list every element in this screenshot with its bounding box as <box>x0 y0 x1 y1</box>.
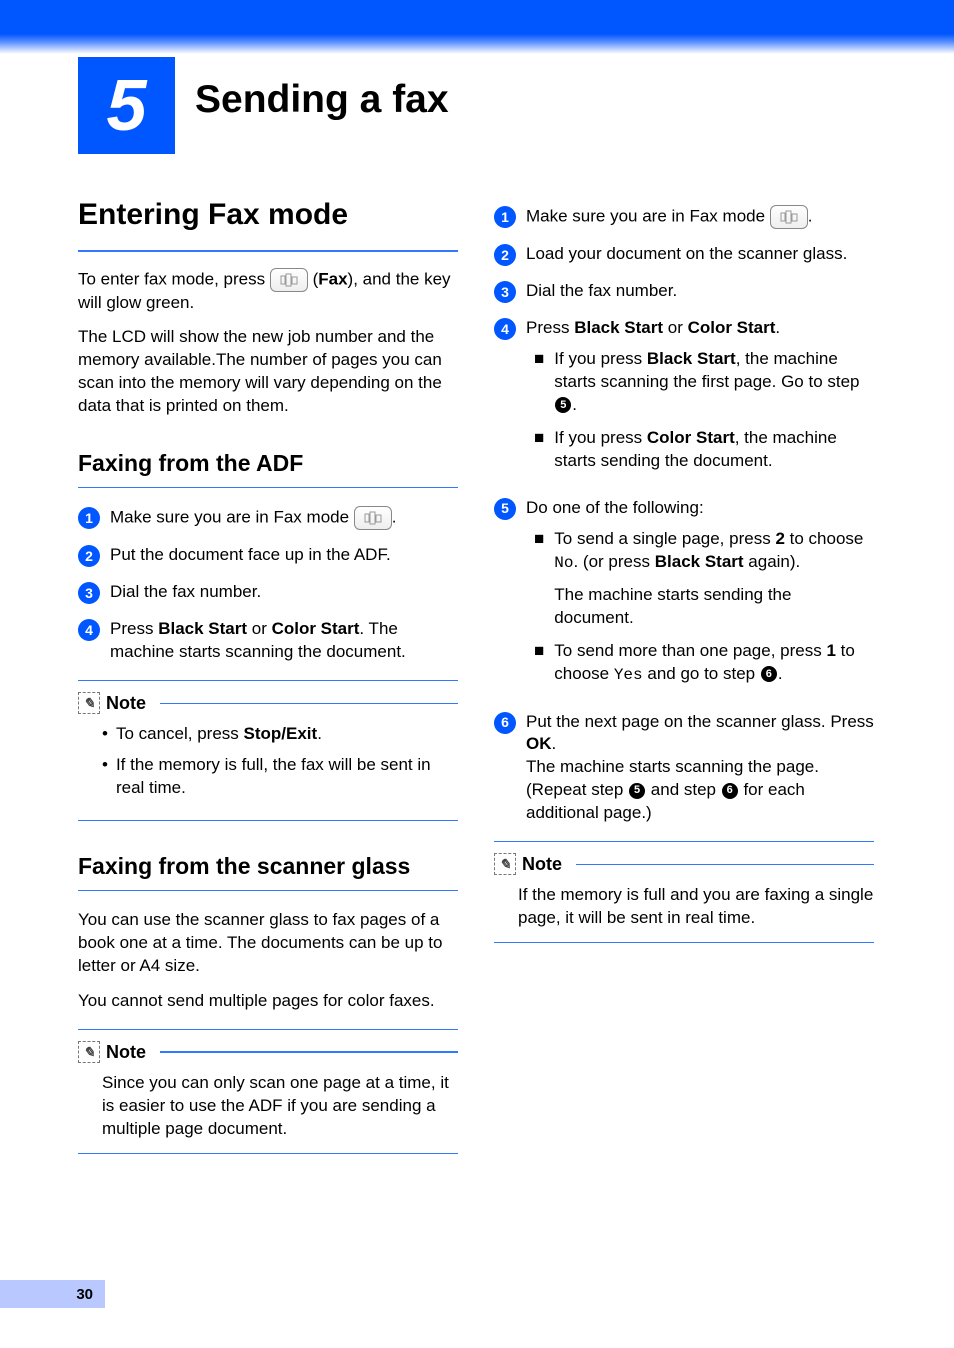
scan-step-2: 2 Load your document on the scanner glas… <box>494 243 874 266</box>
step-number: 6 <box>494 712 516 734</box>
note-label: Note <box>106 691 146 715</box>
note-bullet: • To cancel, press Stop/Exit. <box>102 723 458 746</box>
adf-step-4: 4 Press Black Start or Color Start. The … <box>78 618 458 664</box>
fax-key-icon <box>770 205 808 229</box>
scan-step-5: 5 Do one of the following: ■ To send a s… <box>494 497 874 697</box>
step-number: 1 <box>494 206 516 228</box>
sub-bullet: ■ If you press Color Start, the machine … <box>534 427 874 473</box>
left-column: Entering Fax mode To enter fax mode, pre… <box>78 195 458 1170</box>
page-number: 30 <box>76 1286 93 1303</box>
scanner-p1: You can use the scanner glass to fax pag… <box>78 909 458 978</box>
chapter-number: 5 <box>106 65 146 147</box>
step-number: 3 <box>494 281 516 303</box>
section-heading: Entering Fax mode <box>78 195 458 252</box>
sub-bullet: ■ To send more than one page, press 1 to… <box>534 640 874 687</box>
fax-key-icon <box>354 506 392 530</box>
note-box-scanner: ✎ Note Since you can only scan one page … <box>78 1029 458 1154</box>
sub-bullet: ■ If you press Black Start, the machine … <box>534 348 874 417</box>
right-column: 1 Make sure you are in Fax mode . 2 Load… <box>494 195 874 1170</box>
scan-step-4: 4 Press Black Start or Color Start. ■ If… <box>494 317 874 483</box>
step-number: 5 <box>494 498 516 520</box>
inline-step-ref: 5 <box>555 397 571 413</box>
note-box-adf: ✎ Note • To cancel, press Stop/Exit. • I… <box>78 680 458 821</box>
subsection-scanner: Faxing from the scanner glass <box>78 851 458 891</box>
scan-step-3: 3 Dial the fax number. <box>494 280 874 303</box>
note-body: Since you can only scan one page at a ti… <box>78 1072 458 1141</box>
scanner-p2: You cannot send multiple pages for color… <box>78 990 458 1013</box>
note-bullet: • If the memory is full, the fax will be… <box>102 754 458 800</box>
inline-step-ref: 6 <box>761 666 777 682</box>
adf-step-1: 1 Make sure you are in Fax mode . <box>78 506 458 530</box>
scan-step-1: 1 Make sure you are in Fax mode . <box>494 205 874 229</box>
adf-step-2: 2 Put the document face up in the ADF. <box>78 544 458 567</box>
scan-step-6: 6 Put the next page on the scanner glass… <box>494 711 874 826</box>
adf-step-3: 3 Dial the fax number. <box>78 581 458 604</box>
note-box-right: ✎ Note If the memory is full and you are… <box>494 841 874 943</box>
header-blue-fade <box>0 34 954 54</box>
fax-key-icon <box>270 268 308 292</box>
step-number: 4 <box>494 318 516 340</box>
chapter-number-box: 5 <box>78 57 175 154</box>
note-icon: ✎ <box>494 853 516 875</box>
inline-step-ref: 5 <box>629 783 645 799</box>
note-body: If the memory is full and you are faxing… <box>494 884 874 930</box>
header-blue-bar <box>0 0 954 34</box>
note-icon: ✎ <box>78 1041 100 1063</box>
intro-p2: The LCD will show the new job number and… <box>78 326 458 418</box>
step-number: 2 <box>78 545 100 567</box>
sub-bullet: ■ To send a single page, press 2 to choo… <box>534 528 874 630</box>
inline-step-ref: 6 <box>722 783 738 799</box>
note-label: Note <box>106 1040 146 1064</box>
note-icon: ✎ <box>78 692 100 714</box>
note-label: Note <box>522 852 562 876</box>
chapter-title: Sending a fax <box>195 78 449 122</box>
page-number-bar: 30 <box>0 1280 105 1308</box>
step-number: 2 <box>494 244 516 266</box>
step-number: 1 <box>78 507 100 529</box>
step-number: 4 <box>78 619 100 641</box>
subsection-adf: Faxing from the ADF <box>78 448 458 488</box>
step-number: 3 <box>78 582 100 604</box>
intro-p1: To enter fax mode, press (Fax), and the … <box>78 268 458 315</box>
